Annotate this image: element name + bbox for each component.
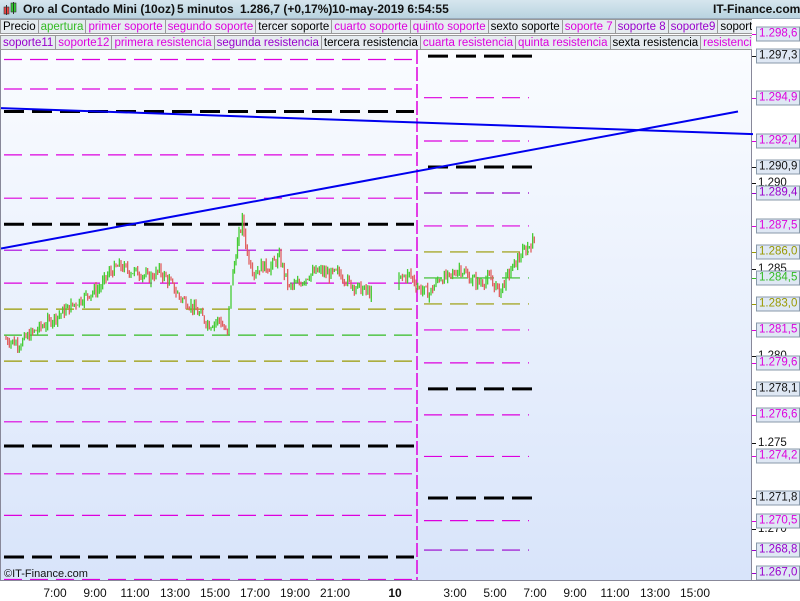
x-tick-label: 15:00 bbox=[199, 586, 231, 600]
legend-item[interactable]: primera resistencia bbox=[112, 35, 215, 50]
legend-item[interactable]: soporte 7 bbox=[562, 19, 616, 34]
level-price-label: 1.298,6 bbox=[756, 26, 800, 42]
last-price: 1.286,7 (+0,17%) bbox=[240, 2, 333, 16]
instrument-title: Oro al Contado Mini (10oz) bbox=[23, 2, 175, 16]
x-tick-label: 21:00 bbox=[319, 586, 351, 600]
copyright: ©IT-Finance.com bbox=[4, 568, 88, 580]
x-tick-label: 17:00 bbox=[239, 586, 271, 600]
legend-item[interactable]: soporte11 bbox=[0, 35, 57, 50]
level-price-label: 1.276,6 bbox=[756, 407, 800, 423]
level-price-label: 1.287,5 bbox=[756, 218, 800, 234]
y-tick-label: 1.275 bbox=[758, 436, 787, 449]
x-tick-label: 11:00 bbox=[120, 586, 150, 600]
level-price-label: 1.281,5 bbox=[756, 322, 800, 338]
axis-tick bbox=[752, 329, 756, 331]
level-price-label: 1.279,6 bbox=[756, 355, 800, 371]
axis-tick bbox=[752, 225, 756, 227]
x-tick-label: 7:00 bbox=[523, 586, 547, 600]
x-tick-label: 5:00 bbox=[483, 586, 507, 600]
legend-item[interactable]: segunda resistencia bbox=[214, 35, 322, 50]
legend-item[interactable]: Precio bbox=[0, 19, 39, 34]
legend-item[interactable]: soporte10 bbox=[718, 19, 752, 34]
level-price-label: 1.268,8 bbox=[756, 542, 800, 558]
axis-tick bbox=[752, 141, 756, 142]
legend-row-1: Precio apertura primer soporte segundo sopo… bbox=[0, 19, 752, 34]
price-chart[interactable] bbox=[1, 50, 753, 580]
axis-tick bbox=[752, 33, 756, 35]
legend-item[interactable]: cuarto soporte bbox=[332, 19, 411, 34]
plot-area[interactable]: ©IT-Finance.com bbox=[0, 50, 753, 580]
axis-tick bbox=[752, 192, 756, 194]
axis-tick bbox=[752, 167, 756, 168]
axis-tick bbox=[752, 529, 756, 531]
level-price-label: 1.267,0 bbox=[756, 565, 800, 581]
level-price-label: 1.283,0 bbox=[756, 296, 800, 312]
x-tick-label: 3:00 bbox=[443, 586, 467, 600]
legend-item[interactable]: soporte9 bbox=[668, 19, 719, 34]
legend-item[interactable]: tercer soporte bbox=[256, 19, 333, 34]
level-price-label: 1.270,5 bbox=[756, 513, 800, 529]
legend-item[interactable]: cuarta resistencia bbox=[420, 35, 516, 50]
axis-tick bbox=[752, 520, 756, 522]
legend-item[interactable]: soporte12 bbox=[56, 35, 113, 50]
legend-item[interactable]: sexta resistencia bbox=[610, 35, 702, 50]
title-bar: Oro al Contado Mini (10oz) 5 minutos 1.2… bbox=[0, 0, 800, 19]
axis-tick bbox=[752, 498, 756, 500]
legend-item[interactable]: quinto soporte bbox=[410, 19, 489, 34]
datetime: 10-may-2019 6:54:55 bbox=[332, 2, 449, 16]
axis-tick bbox=[752, 277, 756, 279]
level-price-label: 1.294,9 bbox=[756, 90, 800, 106]
axis-tick bbox=[752, 251, 756, 253]
trendline bbox=[1, 110, 739, 250]
axis-tick bbox=[752, 56, 756, 58]
legend-item[interactable]: quinta resistencia bbox=[516, 35, 611, 50]
legend-item[interactable]: sexto soporte bbox=[488, 19, 563, 34]
x-tick-label: 9:00 bbox=[563, 586, 587, 600]
level-price-label: 1.297,3 bbox=[756, 48, 800, 64]
level-price-label: 1.278,1 bbox=[756, 381, 800, 397]
candlestick-logo-icon bbox=[3, 2, 17, 15]
legend-item[interactable]: segundo soporte bbox=[165, 19, 257, 34]
legend-item[interactable]: tercera resistencia bbox=[321, 35, 421, 50]
legend-row-2: soporte11 soporte12 primera resistencia seg… bbox=[0, 35, 752, 50]
x-tick-label: 7:00 bbox=[43, 586, 67, 600]
x-tick-label: 13:00 bbox=[159, 586, 191, 600]
axis-tick bbox=[752, 97, 756, 99]
level-price-label: 1.286,0 bbox=[756, 244, 800, 260]
x-tick-label: 19:00 bbox=[279, 586, 311, 600]
level-price-label: 1.284,5 bbox=[756, 270, 800, 286]
axis-tick bbox=[752, 182, 756, 184]
axis-tick bbox=[752, 362, 756, 364]
x-tick-label: 15:00 bbox=[679, 586, 711, 600]
axis-tick bbox=[752, 572, 756, 574]
level-price-label: 1.274,2 bbox=[756, 448, 800, 464]
x-tick-label: 9:00 bbox=[83, 586, 107, 600]
timeframe-label[interactable]: 5 minutos bbox=[177, 2, 234, 16]
time-axis: 7:00 9:00 11:00 13:00 15:00 17:00 19:00 21:00 10… bbox=[0, 580, 800, 601]
level-price-label: 1.289,4 bbox=[756, 185, 800, 201]
legend-item[interactable]: apertura bbox=[38, 19, 87, 34]
legend-item[interactable]: resistencia7 bbox=[701, 35, 752, 50]
legend-item[interactable]: soporte 8 bbox=[615, 19, 669, 34]
axis-tick bbox=[752, 388, 756, 390]
legend-item[interactable]: primer soporte bbox=[86, 19, 166, 34]
axis-tick bbox=[752, 442, 756, 444]
level-price-label: 1.290,9 bbox=[756, 159, 800, 175]
level-price-label: 1.271,8 bbox=[756, 490, 800, 506]
axis-tick bbox=[752, 456, 756, 458]
axis-tick bbox=[752, 414, 756, 416]
level-price-label: 1.292,4 bbox=[756, 133, 800, 149]
axis-tick bbox=[752, 303, 756, 305]
axis-tick bbox=[752, 550, 756, 552]
x-tick-label: 11:00 bbox=[600, 586, 630, 600]
brand: IT-Finance.com bbox=[713, 2, 800, 16]
x-tick-label: 13:00 bbox=[639, 586, 671, 600]
x-tick-label: 10 bbox=[388, 586, 402, 600]
